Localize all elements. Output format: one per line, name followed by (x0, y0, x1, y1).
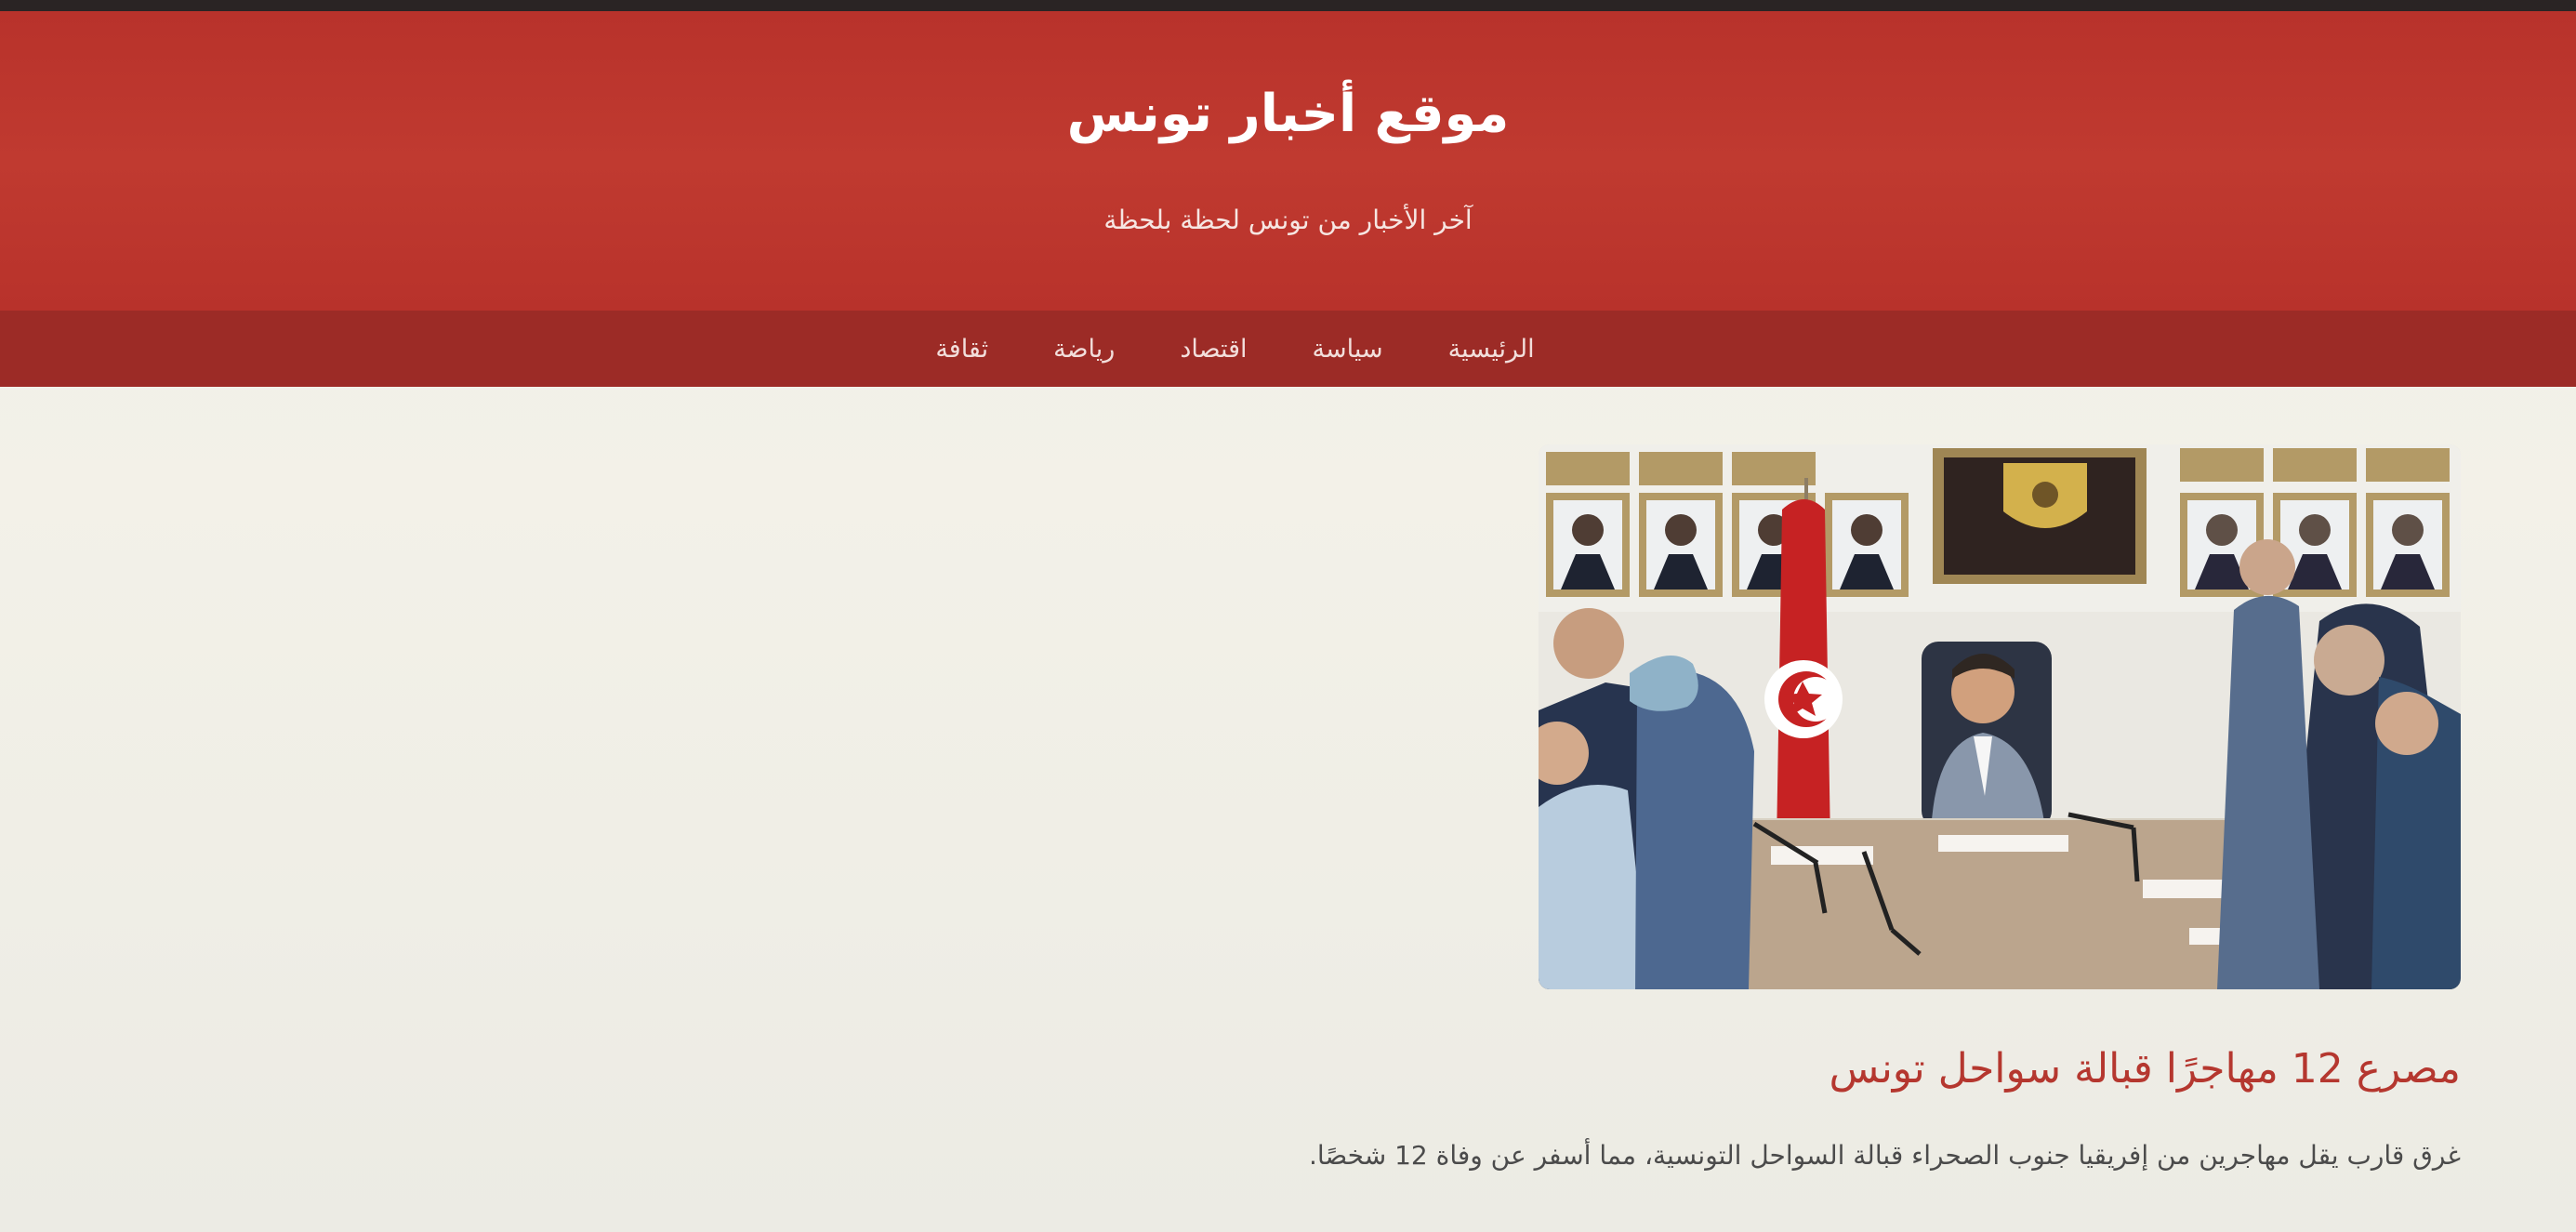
nav-item-culture[interactable]: ثقافة (935, 335, 988, 364)
site-title[interactable]: موقع أخبار تونس (0, 84, 2576, 144)
site-header: موقع أخبار تونس آخر الأخبار من تونس لحظة… (0, 11, 2576, 311)
nav-item-sports[interactable]: رياضة (1053, 335, 1115, 364)
nav-item-economy[interactable]: اقتصاد (1180, 335, 1247, 364)
main-navigation: الرئيسية سياسة اقتصاد رياضة ثقافة (0, 311, 2576, 387)
nav-item-politics[interactable]: سياسة (1313, 335, 1383, 364)
meeting-photo-icon (1539, 444, 2461, 989)
article-title-link[interactable]: مصرع 12 مهاجرًا قبالة سواحل تونس (1829, 1045, 2461, 1093)
browser-page: موقع أخبار تونس آخر الأخبار من تونس لحظة… (0, 0, 2576, 1232)
nav-item-home[interactable]: الرئيسية (1448, 335, 1535, 364)
article-image[interactable] (1539, 444, 2461, 989)
site-tagline: آخر الأخبار من تونس لحظة بلحظة (1103, 205, 1473, 235)
main-content: مصرع 12 مهاجرًا قبالة سواحل تونس غرق قار… (0, 387, 2576, 1232)
browser-top-edge (0, 0, 2576, 11)
article-excerpt: غرق قارب يقل مهاجرين من إفريقيا جنوب الص… (1308, 1140, 2461, 1171)
article-card: مصرع 12 مهاجرًا قبالة سواحل تونس غرق قار… (1219, 444, 2520, 1207)
